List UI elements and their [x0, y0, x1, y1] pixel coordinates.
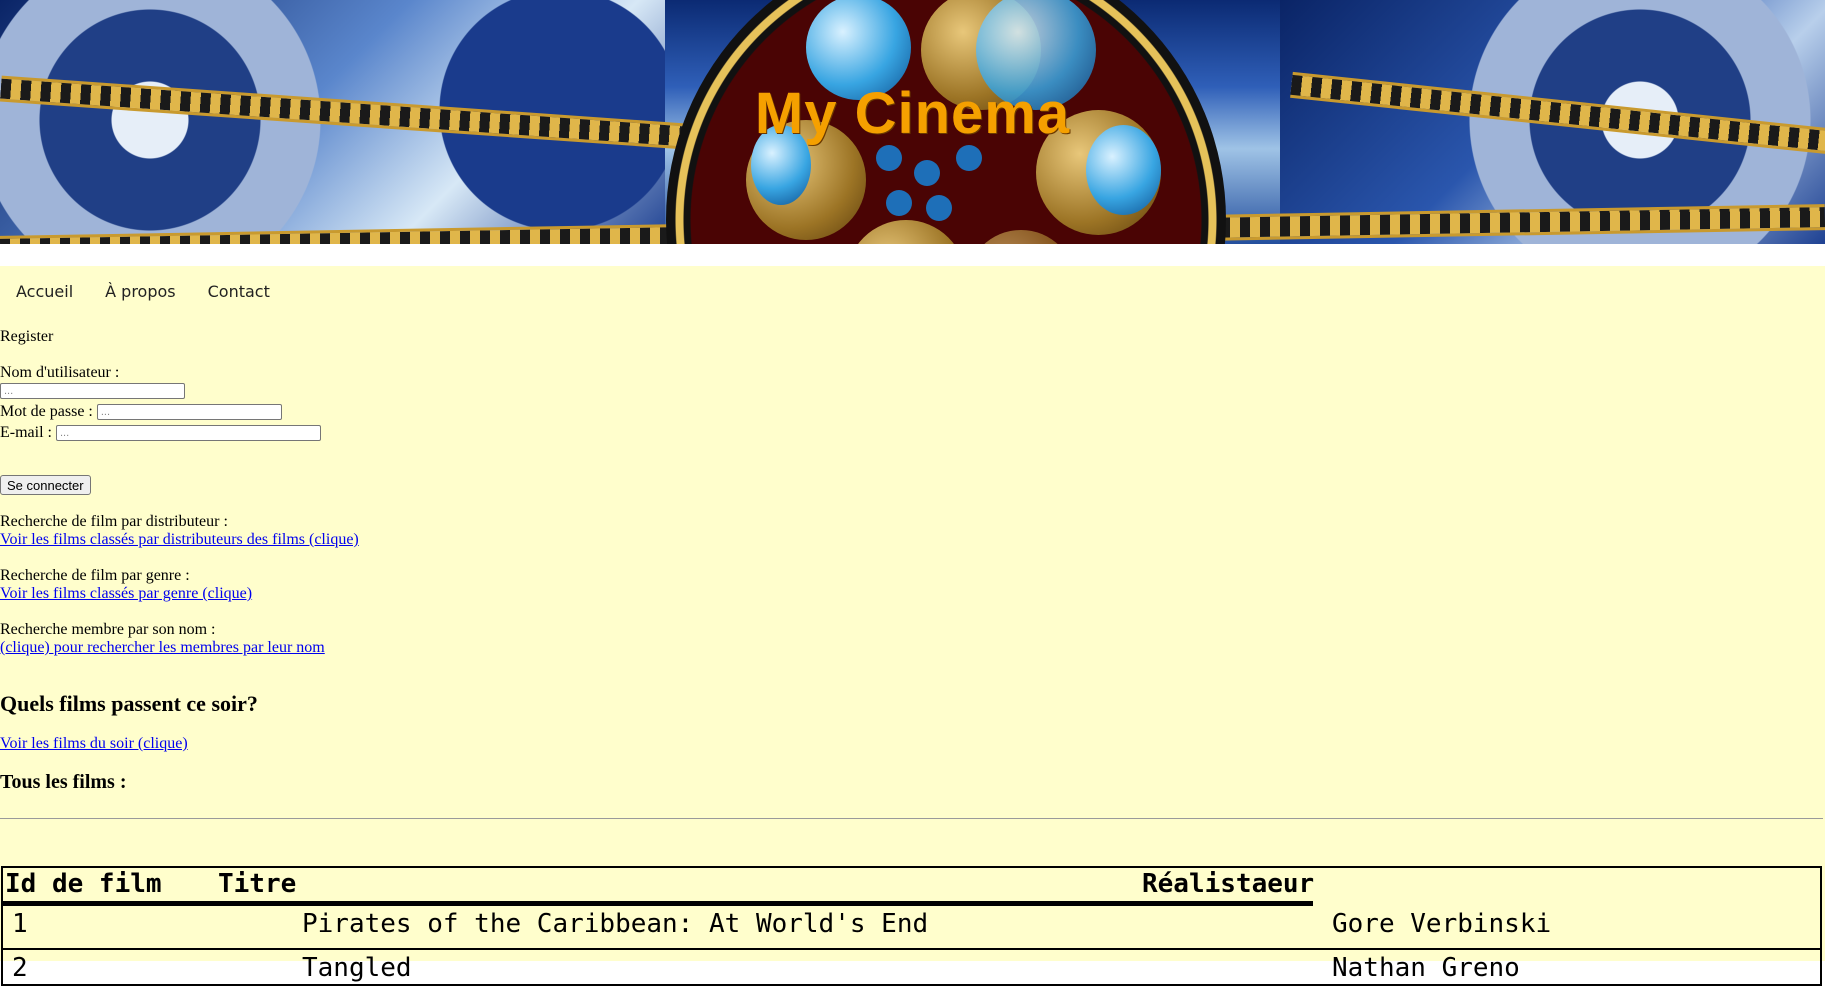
register-heading: Register — [0, 328, 1825, 346]
row-divider — [3, 948, 1820, 950]
cell-film-director: Gore Verbinski — [1332, 908, 1551, 940]
site-title: My Cinema — [0, 80, 1825, 147]
username-row — [0, 382, 1825, 400]
search-distributor-label: Recherche de film par distributeur : — [0, 513, 1825, 531]
email-label: E-mail : — [0, 424, 52, 441]
username-input[interactable] — [0, 383, 185, 399]
cell-film-title: Tangled — [302, 952, 412, 984]
page-content: Accueil À propos Contact Register Nom d'… — [0, 266, 1825, 961]
tonight-link[interactable]: Voir les films du soir (clique) — [0, 735, 1825, 753]
header-banner: My Cinema — [0, 0, 1825, 248]
search-genre-label: Recherche de film par genre : — [0, 567, 1825, 585]
password-row: Mot de passe : — [0, 403, 1825, 421]
nav-contact-link[interactable]: Contact — [208, 282, 270, 301]
search-genre-link[interactable]: Voir les films classés par genre (clique… — [0, 585, 1825, 603]
cell-film-title: Pirates of the Caribbean: At World's End — [302, 908, 928, 940]
main-nav: Accueil À propos Contact — [0, 266, 1825, 316]
search-distributor-link[interactable]: Voir les films classés par distributeurs… — [0, 531, 1825, 549]
section-divider — [0, 818, 1823, 819]
username-label: Nom d'utilisateur : — [0, 364, 1825, 382]
column-header-id: Id de film — [5, 868, 162, 900]
cell-film-director: Nathan Greno — [1332, 952, 1520, 984]
search-member-link[interactable]: (clique) pour rechercher les membres par… — [0, 639, 1825, 657]
email-row: E-mail : — [0, 424, 1825, 442]
email-input[interactable] — [56, 425, 321, 441]
register-form: Register Nom d'utilisateur : Mot de pass… — [0, 328, 1825, 495]
password-label: Mot de passe : — [0, 403, 93, 420]
column-header-director: Réalistaeur — [1142, 868, 1314, 900]
login-button[interactable]: Se connecter — [0, 475, 91, 495]
cell-film-id: 1 — [12, 908, 28, 940]
cell-film-id: 2 — [12, 952, 28, 984]
password-input[interactable] — [97, 404, 282, 420]
banner-bottom-edge — [0, 244, 1825, 248]
tonight-heading: Quels films passent ce soir? — [0, 691, 1825, 717]
nav-about-link[interactable]: À propos — [105, 282, 175, 301]
all-films-heading: Tous les films : — [0, 771, 1825, 794]
header-underline — [3, 901, 1313, 906]
nav-home-link[interactable]: Accueil — [16, 282, 73, 301]
films-table: Id de film Titre Réalistaeur 1 Pirates o… — [1, 866, 1822, 986]
search-member-label: Recherche membre par son nom : — [0, 621, 1825, 639]
column-header-title: Titre — [218, 868, 296, 900]
